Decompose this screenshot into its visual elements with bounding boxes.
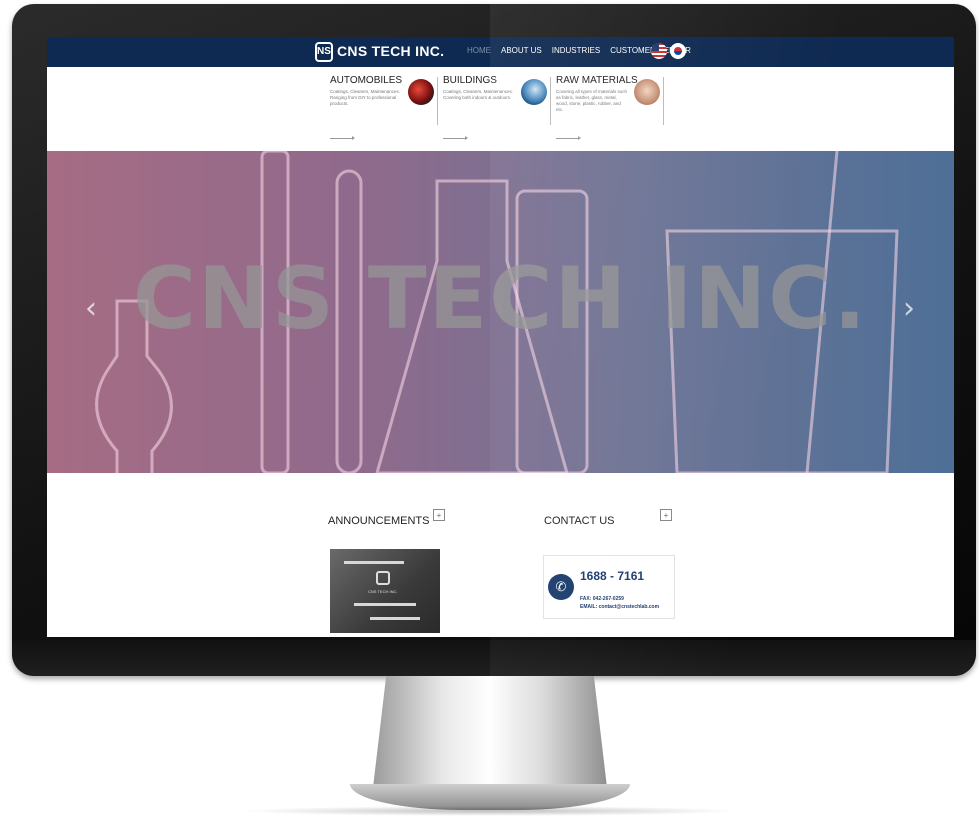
industry-buildings[interactable]: BUILDINGS Coatings, Cleaners, Maintenanc… xyxy=(443,75,551,145)
contact-title: CONTACT US xyxy=(544,515,615,527)
phone-icon: ✆ xyxy=(548,574,574,600)
sign-plate xyxy=(370,617,420,620)
nav-about-us[interactable]: ABOUT US xyxy=(501,46,542,55)
nav-industries[interactable]: INDUSTRIES xyxy=(552,46,600,55)
contact-card: ✆ 1688 - 7161 FAX: 042-267-0259 EMAIL: c… xyxy=(543,555,675,619)
sign-plate xyxy=(354,603,416,606)
monitor-screen: NS CNS TECH INC. HOME ABOUT US INDUSTRIE… xyxy=(47,37,954,637)
hero-title: CNS TECH INC. xyxy=(132,249,869,349)
monitor-stand-neck xyxy=(372,676,608,796)
divider xyxy=(437,77,438,125)
carousel-prev-icon[interactable]: ‹ xyxy=(85,291,97,326)
phone-number[interactable]: 1688 - 7161 xyxy=(580,569,644,583)
announcement-card-image[interactable]: CNS TECH INC. xyxy=(330,549,440,633)
arrow-right-icon[interactable] xyxy=(330,136,355,140)
brand-logo-icon xyxy=(376,571,390,585)
sign-plate xyxy=(344,561,404,564)
sign-text: CNS TECH INC. xyxy=(368,589,398,594)
raw-materials-thumbnail xyxy=(634,79,660,105)
arrow-right-icon[interactable] xyxy=(443,136,468,140)
brand-name[interactable]: CNS TECH INC. xyxy=(337,43,444,59)
industries-menu: AUTOMOBILES Coatings, Cleaners, Maintena… xyxy=(330,75,670,145)
brand-logo-icon[interactable]: NS xyxy=(315,42,333,62)
monitor-chin xyxy=(12,640,976,676)
us-flag-icon[interactable] xyxy=(651,43,667,59)
carousel-next-icon[interactable]: › xyxy=(903,291,915,326)
korea-flag-icon[interactable] xyxy=(670,43,686,59)
industry-description: Covering all types of materials such as … xyxy=(556,89,628,112)
divider xyxy=(550,77,551,125)
announcements-more-button[interactable]: + xyxy=(433,509,445,521)
monitor-shadow xyxy=(240,806,740,816)
hero-banner: CNS TECH INC. ‹ › xyxy=(47,151,954,473)
email-address[interactable]: EMAIL: contact@cnstechlab.com xyxy=(580,604,659,610)
announcements-title: ANNOUNCEMENTS xyxy=(328,515,430,527)
nav-home[interactable]: HOME xyxy=(467,46,491,55)
industry-raw-materials[interactable]: RAW MATERIALS Covering all types of mate… xyxy=(556,75,664,145)
language-switcher xyxy=(651,43,686,59)
building-thumbnail xyxy=(521,79,547,105)
industry-description: Coatings, Cleaners, Maintenances. Coveri… xyxy=(443,89,514,100)
industry-automobiles[interactable]: AUTOMOBILES Coatings, Cleaners, Maintena… xyxy=(330,75,438,145)
fax-number: FAX: 042-267-0259 xyxy=(580,596,624,602)
contact-more-button[interactable]: + xyxy=(660,509,672,521)
arrow-right-icon[interactable] xyxy=(556,136,581,140)
automobile-thumbnail xyxy=(408,79,434,105)
site-header: NS CNS TECH INC. HOME ABOUT US INDUSTRIE… xyxy=(47,37,954,67)
divider xyxy=(663,77,664,125)
industry-description: Coatings, Cleaners, Maintenances. Rangin… xyxy=(330,89,401,106)
